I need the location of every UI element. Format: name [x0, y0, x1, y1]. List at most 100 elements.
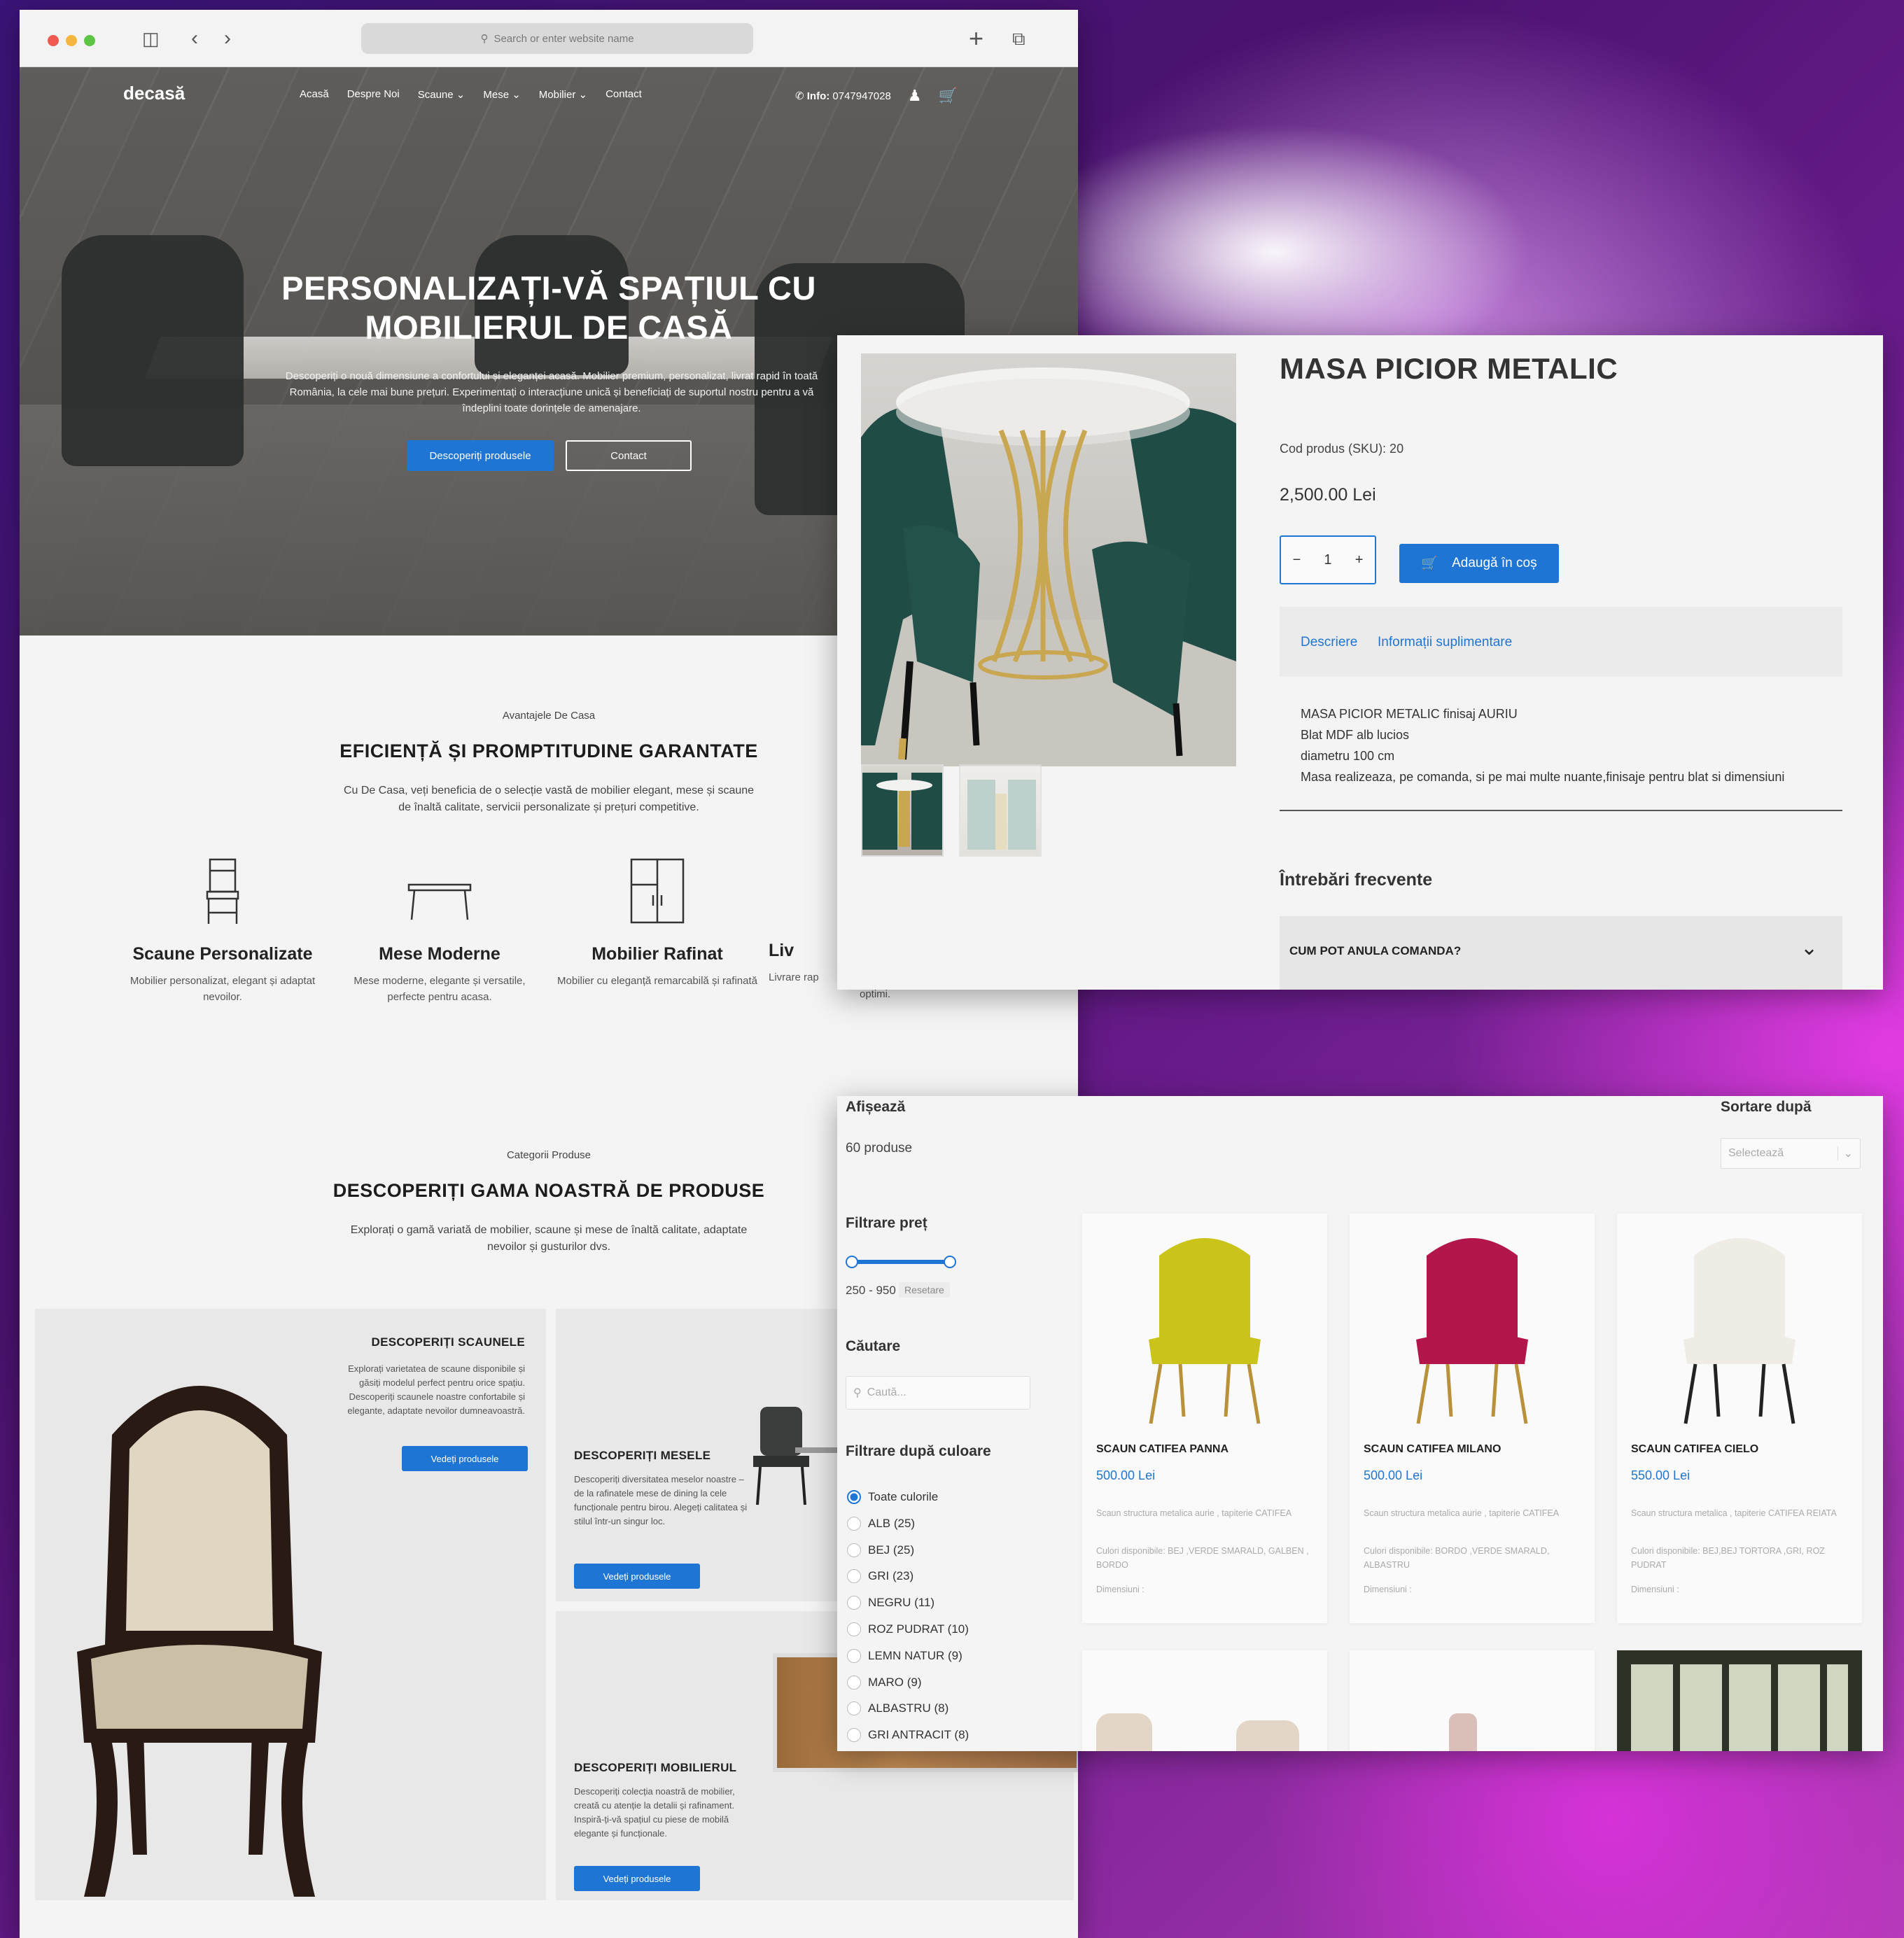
minus-icon[interactable]: − [1293, 552, 1301, 568]
back-arrow-icon[interactable]: ‹ [191, 28, 198, 49]
color-filter-option[interactable]: GRI (23) [847, 1564, 1099, 1588]
category-chairs-card: DESCOPERIȚI SCAUNELE Explorați varietate… [35, 1309, 546, 1900]
search-input[interactable]: ⚲ Caută... [846, 1376, 1030, 1410]
close-window-button[interactable] [48, 35, 59, 46]
sidebar-toggle-icon[interactable]: ◫ [142, 28, 160, 49]
chair-image [1096, 1713, 1152, 1751]
chair-image [1236, 1720, 1299, 1751]
view-tables-button[interactable]: Vedeți produsele [574, 1564, 700, 1589]
new-tab-icon[interactable]: + [969, 26, 983, 51]
radio-button[interactable] [847, 1728, 861, 1743]
view-furniture-button[interactable]: Vedeți produsele [574, 1866, 700, 1891]
color-filter-label: Filtrare după culoare [846, 1443, 991, 1459]
color-filter-option[interactable]: ALBASTRU (8) [847, 1697, 1099, 1720]
nav-item-acasa[interactable]: Acasă [300, 88, 329, 101]
color-filter-option[interactable]: LEMN NATUR (9) [847, 1644, 1099, 1668]
product-colors: Culori disponibile: BEJ ,VERDE SMARALD, … [1096, 1546, 1309, 1570]
color-filter-option[interactable]: Toate culorile [847, 1485, 1099, 1509]
color-filter-option[interactable]: NEGRU (11) [847, 1591, 1099, 1615]
minimize-window-button[interactable] [66, 35, 77, 46]
add-to-cart-button[interactable]: 🛒 Adaugă în coș [1399, 544, 1559, 583]
color-option-label: LEMN NATUR (9) [868, 1648, 962, 1662]
radio-button[interactable] [847, 1516, 861, 1531]
product-dimensions: Dimensiuni : [1096, 1585, 1144, 1594]
view-chairs-button[interactable]: Vedeți produsele [402, 1446, 528, 1471]
nav-item-mobilier[interactable]: Mobilier ⌄ [539, 88, 587, 101]
chevron-down-icon[interactable]: ⌄ [1800, 936, 1818, 960]
product-card[interactable]: SCAUN CATIFEA CIELO 550.00 Lei Scaun struc… [1617, 1214, 1862, 1623]
product-price: 500.00 Lei [1364, 1468, 1423, 1482]
price-filter-label: Filtrare preț [846, 1215, 927, 1231]
color-filter-option[interactable]: ALB (25) [847, 1512, 1099, 1536]
chair-image [1149, 1238, 1261, 1424]
color-filter-option[interactable]: GRI ANTRACIT (8) [847, 1723, 1099, 1747]
category-text: DESCOPERIȚI SCAUNELE Explorați varietate… [336, 1335, 525, 1418]
maximize-window-button[interactable] [84, 35, 95, 46]
radio-button[interactable] [847, 1490, 861, 1504]
cart-icon: 🛒 [1421, 556, 1438, 571]
user-icon[interactable]: ♟ [908, 87, 922, 105]
chair-image [1684, 1238, 1795, 1424]
tab-informatii[interactable]: Informații suplimentare [1378, 635, 1512, 650]
radio-button[interactable] [847, 1622, 861, 1636]
forward-arrow-icon[interactable]: › [224, 28, 231, 49]
address-bar[interactable]: ⚲ Search or enter website name [361, 23, 753, 54]
price-slider-max-handle[interactable] [944, 1256, 956, 1268]
faq-item[interactable]: CUM POT ANULA COMANDA? ⌄ [1280, 916, 1842, 990]
sort-placeholder: Selectează [1728, 1147, 1784, 1159]
radio-button[interactable] [847, 1701, 861, 1716]
product-colors: Culori disponibile: BEJ,BEJ TORTORA ,GRI… [1631, 1546, 1825, 1570]
product-main-image[interactable] [861, 353, 1236, 766]
radio-button[interactable] [847, 1596, 861, 1610]
quantity-value[interactable]: 1 [1324, 552, 1331, 568]
color-filter-option[interactable]: MARO (9) [847, 1671, 1099, 1694]
window-photo [1631, 1664, 1848, 1751]
radio-button[interactable] [847, 1569, 861, 1584]
nav-item-mese[interactable]: Mese ⌄ [483, 88, 520, 101]
product-card[interactable] [1082, 1650, 1327, 1751]
description-line: diametru 100 cm [1301, 749, 1395, 763]
radio-button[interactable] [847, 1543, 861, 1557]
nav-item-scaune[interactable]: Scaune ⌄ [418, 88, 465, 101]
discover-products-button[interactable]: Descoperiți produsele [407, 440, 554, 471]
category-text: DESCOPERIȚI MESELE Descoperiți diversita… [574, 1449, 749, 1529]
chair-image [1449, 1713, 1477, 1751]
tab-descriere[interactable]: Descriere [1301, 635, 1357, 650]
chevron-down-icon: ⌄ [1837, 1146, 1853, 1160]
price-slider-min-handle[interactable] [846, 1256, 858, 1268]
feature-title: Mobilier Rafinat [592, 944, 723, 964]
product-price: 2,500.00 Lei [1280, 485, 1376, 505]
product-description: Scaun structura metalica aurie , tapiter… [1364, 1508, 1560, 1518]
chevron-down-icon: ⌄ [578, 89, 588, 101]
chevron-down-icon: ⌄ [456, 89, 465, 101]
phone-number: 0747947028 [832, 90, 891, 102]
info-label: Info: [806, 90, 830, 102]
product-card[interactable]: SCAUN CATIFEA PANNA 500.00 Lei Scaun struc… [1082, 1214, 1327, 1623]
price-slider-track[interactable] [851, 1260, 949, 1264]
plus-icon[interactable]: + [1355, 552, 1364, 568]
color-filter-option[interactable]: ROZ PUDRAT (10) [847, 1617, 1099, 1641]
site-logo[interactable]: decasă [123, 83, 185, 104]
cart-basket-icon[interactable]: 🛒 [939, 87, 958, 105]
nav-item-contact[interactable]: Contact [606, 88, 642, 101]
product-thumbnail[interactable] [861, 764, 944, 857]
search-placeholder: Caută... [867, 1386, 906, 1398]
category-title: DESCOPERIȚI SCAUNELE [371, 1335, 525, 1349]
radio-button[interactable] [847, 1648, 861, 1663]
product-card[interactable] [1350, 1650, 1595, 1751]
reset-price-button[interactable]: Resetare [899, 1282, 950, 1298]
product-thumbnail[interactable] [959, 764, 1042, 857]
contact-button[interactable]: Contact [566, 440, 692, 471]
site-nav: decasă Acasă Despre Noi Scaune ⌄ Mese ⌄ … [20, 67, 1078, 123]
radio-button[interactable] [847, 1675, 861, 1690]
product-count: 60 produse [846, 1141, 913, 1156]
product-card[interactable] [1617, 1650, 1862, 1751]
sort-select[interactable]: Selectează ⌄ [1721, 1138, 1861, 1169]
product-card[interactable]: SCAUN CATIFEA MILANO 500.00 Lei Scaun stru… [1350, 1214, 1595, 1623]
tabs-overview-icon[interactable]: ⧉ [1012, 28, 1026, 49]
color-option-label: ALBASTRU (8) [868, 1701, 949, 1715]
phone-link[interactable]: ✆ Info: 0747947028 [795, 90, 891, 102]
color-filter-option[interactable]: BEJ (25) [847, 1538, 1099, 1562]
nav-item-despre[interactable]: Despre Noi [347, 88, 400, 101]
quantity-stepper[interactable]: − 1 + [1280, 535, 1376, 584]
